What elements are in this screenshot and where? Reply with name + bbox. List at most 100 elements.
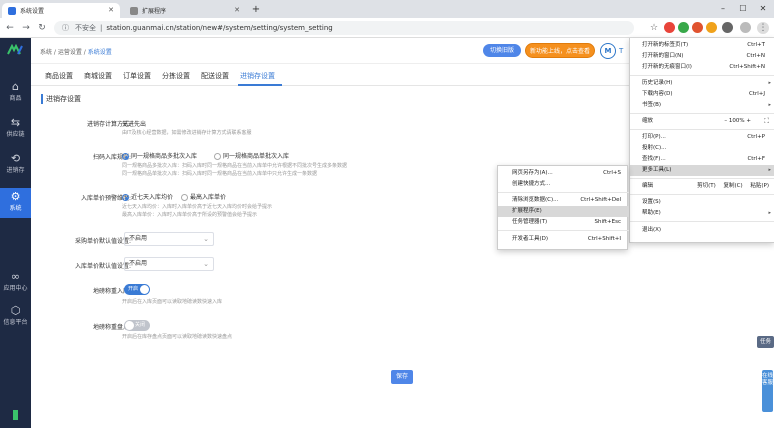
menu-label: 任务管理器(T)	[512, 219, 548, 225]
menu-label: 查找(F)...	[642, 156, 666, 162]
menu-label: 设置(S)	[642, 199, 661, 205]
radio-selected-icon	[122, 153, 129, 160]
submenu-item-clear-data[interactable]: 清除浏览数据(C)... Ctrl+Shift+Del	[498, 195, 629, 206]
menu-item-new-window[interactable]: 打开新的窗口(N) Ctrl+N	[630, 51, 774, 62]
extension-icon[interactable]	[678, 22, 689, 33]
submenu-item-create-shortcut[interactable]: 创建快捷方式...	[498, 179, 629, 190]
company-logo: M	[600, 43, 616, 59]
fullscreen-icon[interactable]: ⛶	[764, 116, 769, 127]
more-menu-icon[interactable]: ⋮	[757, 22, 769, 34]
close-window-button[interactable]: ✕	[756, 3, 770, 15]
menu-label: 帮助(E)	[642, 210, 661, 216]
profile-avatar[interactable]	[740, 22, 751, 33]
menu-item-incognito[interactable]: 打开新的无痕窗口(I) Ctrl+Shift+N	[630, 62, 774, 73]
select-value: 不启用	[129, 235, 148, 242]
insecure-label: 不安全	[75, 24, 96, 32]
menu-item-downloads[interactable]: 下载内容(D) Ctrl+J	[630, 89, 774, 100]
submenu-item-task-manager[interactable]: 任务管理器(T) Shift+Esc	[498, 217, 629, 228]
menu-shortcut: Ctrl+J	[748, 91, 765, 97]
maximize-button[interactable]: ☐	[736, 3, 750, 15]
menu-shortcut: Ctrl+T	[747, 42, 765, 48]
app-sidebar: ⌂ 商品 ⇆ 供应链 ⟲ 进销存 ⚙ 系统 ∞ 应用中心 ⬡ 信息平台	[0, 38, 31, 428]
submenu-item-save-page[interactable]: 网页另存为(A)... Ctrl+S	[498, 168, 629, 179]
menu-divider	[630, 221, 774, 222]
purchase-default-select[interactable]: 不启用 ⌄	[124, 232, 214, 246]
browser-tab-active[interactable]: 系统设置 ✕	[2, 3, 120, 18]
menu-item-cast[interactable]: 投射(C)...	[630, 143, 774, 154]
chevron-down-icon: ⌄	[203, 235, 209, 243]
task-button[interactable]: 任务	[757, 336, 774, 348]
menu-item-bookmarks[interactable]: 书签(B) ▸	[630, 100, 774, 111]
tab-sorting-settings[interactable]: 分拣设置	[162, 71, 190, 81]
weigh-check-hint: 开启后在库存盘点页面可以读取地磅读数快速盘点	[122, 334, 233, 340]
star-icon[interactable]: ☆	[648, 22, 660, 34]
tab-goods-settings[interactable]: 商品设置	[45, 71, 73, 81]
menu-divider	[630, 75, 774, 76]
menu-item-more-tools[interactable]: 更多工具(L) ▸	[630, 165, 774, 176]
weigh-in-toggle[interactable]: 开启	[124, 284, 150, 295]
sidebar-item-goods[interactable]: ⌂ 商品	[0, 80, 31, 108]
menu-item-find[interactable]: 查找(F)... Ctrl+F	[630, 154, 774, 165]
zoom-controls[interactable]: – 100% +	[724, 116, 751, 127]
bag-icon: ⌂	[12, 80, 19, 93]
extension-icon[interactable]	[706, 22, 717, 33]
sidebar-item-label: 商品	[9, 95, 22, 102]
cost-method-value: 先进先出	[122, 121, 147, 128]
option-label: 近七天入库均价	[131, 194, 174, 201]
site-favicon-icon	[8, 6, 16, 15]
menu-label: 书签(B)	[642, 102, 662, 108]
menu-item-help[interactable]: 帮助(E) ▸	[630, 208, 774, 219]
extension-icon[interactable]	[722, 22, 733, 33]
menu-divider	[630, 129, 774, 130]
scan-rule-option-multi[interactable]: 同一规格商品多批次入库	[122, 151, 197, 160]
menu-item-settings[interactable]: 设置(S)	[630, 197, 774, 208]
toggle-label: 关闭	[135, 322, 146, 328]
submenu-arrow-icon: ▸	[768, 167, 771, 173]
cube-icon: ⬡	[10, 304, 21, 317]
weigh-check-toggle[interactable]: 关闭	[124, 320, 150, 331]
stockin-default-label: 入库单价默认值设置:	[74, 263, 131, 270]
save-button[interactable]: 保存	[391, 370, 413, 384]
scan-rule-option-single[interactable]: 同一规格商品单批次入库	[214, 151, 289, 160]
url-text: station.guanmai.cn/station/new#/system/s…	[106, 24, 333, 32]
menu-item-print[interactable]: 打印(P)... Ctrl+P	[630, 132, 774, 143]
address-bar[interactable]: ⓘ 不安全 | station.guanmai.cn/station/new#/sys…	[54, 21, 634, 35]
section-title: 进销存设置	[41, 94, 81, 104]
price-warning-hint: 最高入库单价：入库时入库单价高于所设的预警值会给予提示	[122, 212, 258, 218]
browser-tab-extensions[interactable]: 扩展程序 ✕	[124, 3, 246, 18]
price-warning-option-avg[interactable]: 近七天入库均价	[122, 192, 173, 201]
tab-order-settings[interactable]: 订单设置	[123, 71, 151, 81]
weigh-in-hint: 开启后在入库页面可以读取地磅读数快速入库	[122, 299, 223, 305]
forward-arrow-icon[interactable]: →	[20, 22, 32, 34]
breadcrumb: 系统 / 运营设置 / 系统设置	[40, 49, 112, 56]
breadcrumb-item[interactable]: 运营设置	[58, 49, 82, 56]
menu-item-zoom[interactable]: 缩放 – 100% + ⛶	[630, 116, 774, 127]
submenu-item-extensions[interactable]: 扩展程序(E)	[498, 206, 629, 217]
extension-icon[interactable]	[664, 22, 675, 33]
menu-item-history[interactable]: 历史记录(H) ▸	[630, 78, 774, 89]
reload-icon[interactable]: ↻	[36, 22, 48, 34]
tab-delivery-settings[interactable]: 配送设置	[201, 71, 229, 81]
new-tab-button[interactable]: +	[250, 4, 262, 16]
submenu-item-devtools[interactable]: 开发者工具(D) Ctrl+Shift+I	[498, 234, 629, 245]
switch-old-version-button[interactable]: 切换旧版	[483, 44, 521, 57]
menu-label: 下载内容(D)	[642, 91, 673, 97]
submenu-arrow-icon: ▸	[768, 210, 771, 216]
extension-icon[interactable]	[692, 22, 703, 33]
online-service-button[interactable]: 在线客服	[762, 370, 773, 412]
price-warning-option-max[interactable]: 最高入库单价	[181, 192, 226, 201]
tab-stock-settings[interactable]: 进销存设置	[240, 71, 275, 81]
tab-mall-settings[interactable]: 商城设置	[84, 71, 112, 81]
new-feature-button[interactable]: 新功能上线，点击查看	[525, 43, 595, 58]
minimize-button[interactable]: –	[716, 3, 730, 15]
menu-label: 打印(P)...	[642, 134, 666, 140]
close-tab-icon[interactable]: ✕	[108, 6, 114, 14]
stockin-default-select[interactable]: 不启用 ⌄	[124, 257, 214, 271]
menu-item-new-tab[interactable]: 打开新的标签页(T) Ctrl+T	[630, 40, 774, 51]
menu-item-exit[interactable]: 退出(X)	[630, 225, 774, 236]
close-tab-icon[interactable]: ✕	[234, 6, 240, 14]
back-arrow-icon[interactable]: ←	[4, 22, 16, 34]
menu-label: 更多工具(L)	[642, 167, 672, 173]
breadcrumb-item[interactable]: 系统	[40, 49, 52, 56]
edit-actions[interactable]: 剪切(T) 复制(C) 粘贴(P)	[697, 181, 769, 192]
